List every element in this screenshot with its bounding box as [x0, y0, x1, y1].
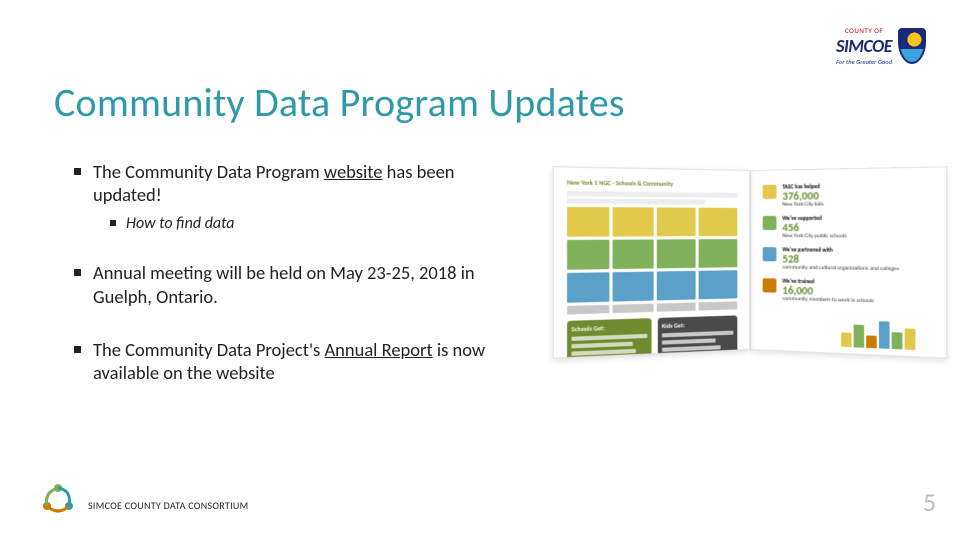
card-b-title: Kids Get: — [662, 320, 733, 331]
book-right-page: TASC has helped 376,000 New York City ki… — [750, 166, 947, 359]
bullet-1-text: The Community Data Program website has b… — [93, 160, 504, 206]
logo-wordmark: SIMCOE — [836, 35, 892, 57]
stat-icon — [763, 279, 777, 293]
skyline-icon — [841, 316, 937, 351]
bullet-2-text: Annual meeting will be held on May 23-25… — [93, 261, 504, 307]
stat-3: We've partnered with 528 community and c… — [763, 247, 933, 273]
annual-report-link[interactable]: Annual Report — [324, 338, 432, 361]
logo-tagline: For the Greater Good — [836, 58, 892, 66]
left-page-heading: New York 1 NGC ‑ Schools & Community — [567, 178, 737, 189]
bullet-3-pre: The Community Data Project's — [93, 338, 324, 361]
stat-icon — [763, 247, 777, 261]
bullet-2: Annual meeting will be held on May 23-25… — [74, 261, 504, 307]
bullet-3: The Community Data Project's Annual Repo… — [74, 338, 504, 384]
consortium-logo-icon — [38, 478, 78, 518]
square-bullet-icon — [74, 346, 81, 353]
card-a-title: Schools Get: — [571, 322, 647, 333]
book-left-page: New York 1 NGC ‑ Schools & Community Sch… — [553, 166, 750, 359]
bullet-1-sub-text: How to find data — [126, 214, 235, 233]
square-bullet-icon — [74, 168, 81, 175]
website-link[interactable]: website — [324, 160, 383, 183]
stat-4: We've trained 16,000 community members t… — [763, 279, 933, 307]
stat-4-tail: community members to work in schools — [782, 296, 874, 305]
bullet-3-text: The Community Data Project's Annual Repo… — [93, 338, 504, 384]
stat-icon — [763, 185, 777, 199]
stat-1: TASC has helped 376,000 New York City ki… — [763, 182, 933, 208]
body-content: The Community Data Program website has b… — [74, 160, 504, 414]
stat-1-tail: New York City kids — [782, 201, 823, 207]
stat-icon — [763, 216, 777, 230]
stat-1-number: 376,000 — [782, 190, 823, 202]
bullet-1-sub: How to find data — [110, 214, 504, 233]
card-schools-get: Schools Get: — [567, 318, 652, 359]
annual-report-image: New York 1 NGC ‑ Schools & Community Sch… — [540, 170, 960, 380]
stat-2-tail: New York City public schools — [782, 233, 846, 239]
stat-3-tail: community and cultural organizations and… — [782, 265, 899, 273]
simcoe-logo-text: COUNTY OF SIMCOE For the Greater Good — [836, 26, 892, 66]
bullet-1-pre: The Community Data Program — [93, 160, 324, 183]
page-number: 5 — [923, 486, 936, 518]
slide: COUNTY OF SIMCOE For the Greater Good Co… — [0, 0, 960, 540]
open-book-icon: New York 1 NGC ‑ Schools & Community Sch… — [540, 170, 960, 380]
shield-crest-icon — [898, 28, 926, 64]
footer-text: SIMCOE COUNTY DATA CONSORTIUM — [88, 499, 249, 512]
stat-2: We've supported 456 New York City public… — [763, 216, 933, 241]
slide-title: Community Data Program Updates — [54, 78, 625, 127]
square-bullet-icon — [74, 269, 81, 276]
card-kids-get: Kids Get: — [658, 315, 738, 358]
square-bullet-icon — [110, 220, 116, 226]
simcoe-logo: COUNTY OF SIMCOE For the Greater Good — [806, 18, 926, 74]
logo-overline: COUNTY OF — [845, 26, 883, 35]
bullet-1: The Community Data Program website has b… — [74, 160, 504, 206]
stat-2-number: 456 — [782, 222, 846, 233]
